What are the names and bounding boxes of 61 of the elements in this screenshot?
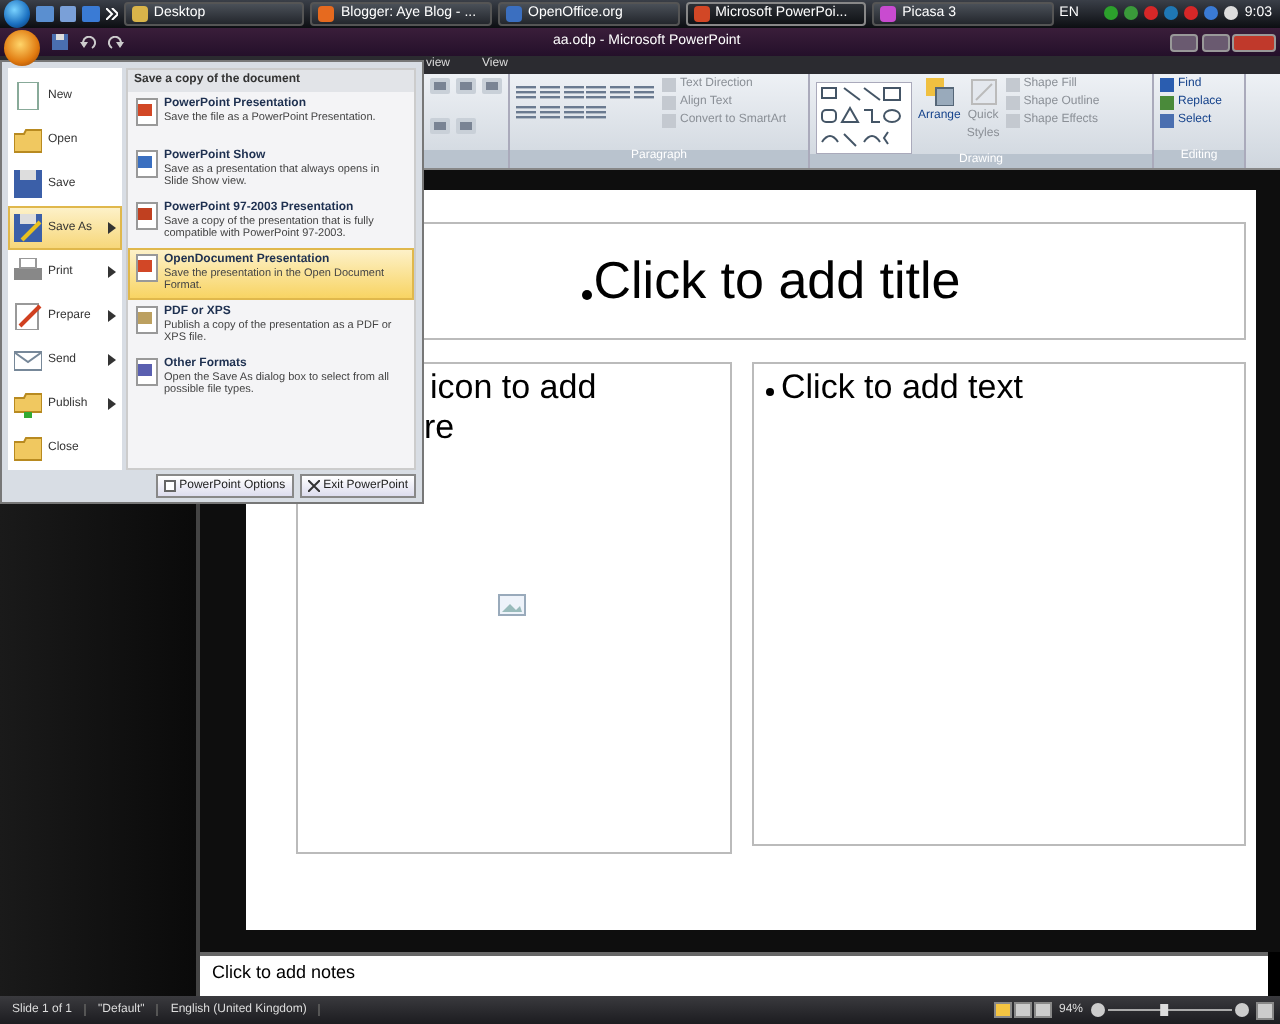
bullet-icon bbox=[581, 290, 592, 300]
picture-placeholder-icon bbox=[498, 594, 526, 616]
file-icon bbox=[136, 97, 158, 126]
notes-field[interactable]: Click to add notes bbox=[200, 952, 1268, 996]
list-icon[interactable] bbox=[516, 103, 536, 120]
file-icon bbox=[136, 253, 158, 282]
app-icon bbox=[880, 6, 897, 22]
close-button[interactable] bbox=[1232, 33, 1277, 51]
app-icon bbox=[131, 6, 148, 22]
list-icon[interactable] bbox=[610, 84, 630, 100]
list-icon[interactable] bbox=[633, 84, 654, 100]
sorter-view-button[interactable] bbox=[1013, 1002, 1032, 1018]
printer-icon bbox=[14, 258, 42, 286]
office-button[interactable] bbox=[4, 30, 40, 66]
maximize-button[interactable] bbox=[1201, 33, 1229, 51]
save-icon[interactable] bbox=[52, 34, 68, 50]
document-icon bbox=[14, 302, 42, 330]
file-icon bbox=[136, 201, 158, 230]
folder-icon bbox=[14, 434, 42, 462]
start-button[interactable] bbox=[4, 0, 31, 28]
placeholder-text: re bbox=[424, 407, 455, 447]
folder-icon bbox=[14, 390, 42, 418]
title-placeholder-text: Click to add title bbox=[593, 251, 961, 311]
list-icon[interactable] bbox=[539, 84, 560, 100]
content-placeholder[interactable]: Click to add text bbox=[752, 362, 1246, 846]
placeholder-text: icon to add bbox=[430, 368, 597, 408]
list-icon[interactable] bbox=[586, 103, 607, 120]
document-icon bbox=[14, 82, 42, 110]
minimize-button[interactable] bbox=[1169, 33, 1198, 51]
placeholder-text: Click to add text bbox=[781, 368, 1023, 408]
undo-icon[interactable] bbox=[80, 35, 96, 49]
app-icon bbox=[693, 6, 710, 22]
list-icon[interactable] bbox=[563, 103, 583, 120]
list-icon[interactable] bbox=[539, 103, 560, 120]
arrange-icon bbox=[925, 78, 954, 106]
zoom-out-icon[interactable] bbox=[1090, 1002, 1106, 1018]
chevron-icon[interactable] bbox=[105, 8, 118, 20]
shapes-gallery[interactable] bbox=[816, 82, 912, 154]
close-icon bbox=[307, 480, 320, 492]
floppy-disk-icon bbox=[14, 214, 42, 242]
list-icon[interactable] bbox=[563, 84, 583, 100]
show-view-button[interactable] bbox=[1033, 1002, 1052, 1018]
redo-icon[interactable] bbox=[108, 35, 124, 49]
list-icon[interactable] bbox=[516, 84, 536, 100]
app-icon bbox=[506, 6, 523, 22]
zoom-in-icon[interactable] bbox=[1234, 1002, 1250, 1018]
file-icon bbox=[136, 357, 158, 386]
file-icon bbox=[136, 149, 158, 178]
slider-thumb[interactable] bbox=[1160, 1004, 1169, 1016]
bullet-icon bbox=[766, 388, 774, 396]
app-icon bbox=[318, 6, 335, 22]
file-icon bbox=[136, 305, 158, 334]
folder-icon bbox=[14, 126, 42, 154]
group-label-bar bbox=[424, 150, 508, 168]
brush-icon bbox=[969, 78, 998, 106]
normal-view-button[interactable] bbox=[993, 1002, 1012, 1018]
envelope-icon bbox=[14, 346, 42, 374]
options-icon bbox=[163, 480, 176, 492]
list-icon[interactable] bbox=[586, 84, 607, 100]
fit-window-icon[interactable] bbox=[1256, 1001, 1274, 1019]
zoom-slider[interactable] bbox=[1108, 1002, 1232, 1018]
